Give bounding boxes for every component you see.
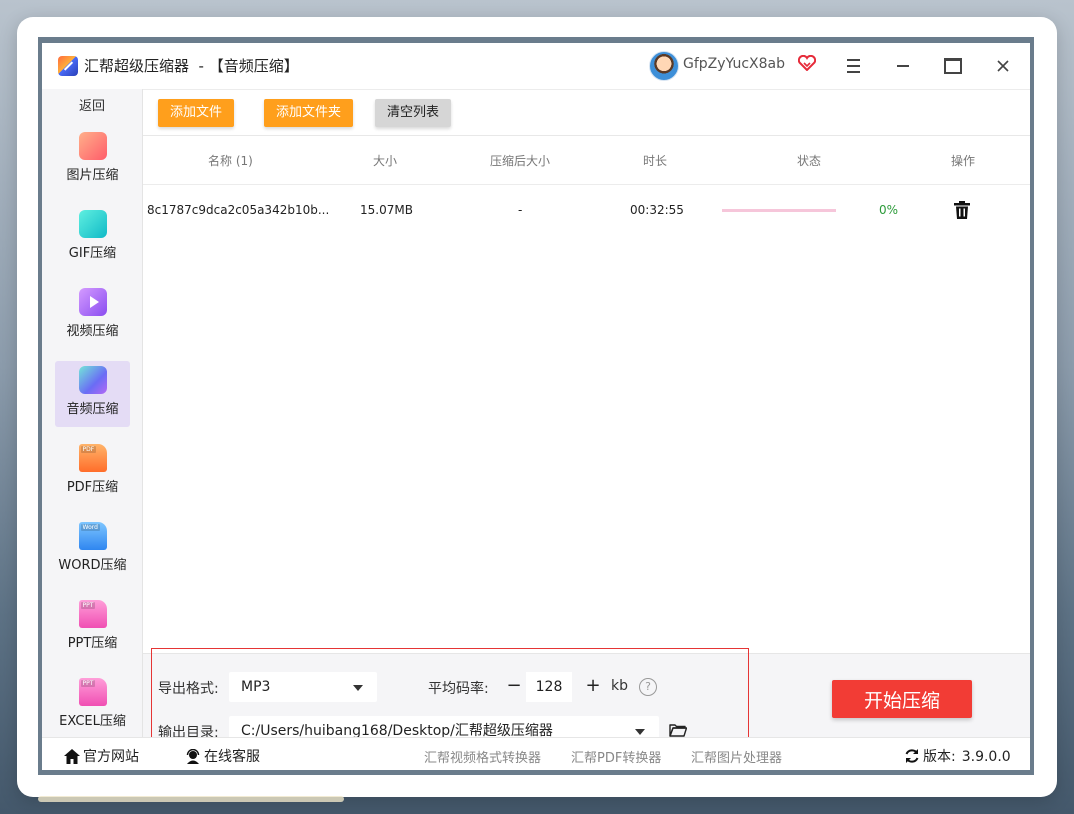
sidebar-item-pdf[interactable]: PDF PDF压缩 (55, 439, 130, 505)
progress-percent: 0% (879, 203, 899, 217)
refresh-icon (905, 749, 919, 763)
gif-icon (78, 210, 107, 238)
start-compress-button[interactable]: 开始压缩 (832, 680, 972, 718)
sidebar-item-label: PDF压缩 (66, 480, 119, 495)
open-folder-icon[interactable] (669, 723, 687, 737)
format-select[interactable]: MP3 (229, 672, 377, 702)
close-icon (997, 60, 1009, 72)
chevron-down-icon (353, 685, 363, 691)
sidebar-item-word[interactable]: Word WORD压缩 (55, 517, 130, 583)
maximize-icon (944, 58, 962, 74)
sidebar-item-label: GIF压缩 (68, 246, 117, 261)
minimize-button[interactable] (885, 51, 921, 81)
footer-tool-link[interactable]: 汇帮图片处理器 (691, 747, 782, 766)
sidebar-item-excel[interactable]: PPT EXCEL压缩 (55, 673, 130, 739)
headset-icon (186, 749, 200, 764)
card-shadow-glow (38, 796, 344, 802)
sidebar-item-audio[interactable]: 音频压缩 (55, 361, 130, 427)
version-info[interactable]: 版本: 3.9.0.0 (904, 746, 1011, 766)
excel-icon: PPT (78, 678, 107, 706)
bitrate-decrease-button[interactable]: − (501, 672, 527, 702)
app-window: 汇帮超级压缩器 - 【音频压缩】 GfpZyYucX8ab 返回 图片压缩 GI… (38, 37, 1034, 775)
format-label: 导出格式: (158, 681, 219, 697)
image-icon (78, 132, 107, 160)
table-row[interactable]: 8c1787c9dca2c05a342b10b... 15.07MB - 00:… (143, 185, 1030, 235)
app-logo-icon (58, 56, 78, 76)
official-website-label: 官方网站 (83, 749, 139, 765)
user-avatar[interactable] (649, 51, 679, 81)
video-icon (78, 288, 107, 316)
column-compressed-size[interactable]: 压缩后大小 (490, 152, 550, 169)
column-size[interactable]: 大小 (373, 152, 397, 169)
home-icon (64, 749, 80, 764)
settings-panel: 导出格式: MP3 平均码率: − 128 + kb ? 输出目录: C:/Us… (143, 648, 1030, 746)
sidebar-item-label: PPT压缩 (67, 636, 118, 651)
minimize-icon (897, 65, 909, 67)
maximize-button[interactable] (935, 51, 971, 81)
ppt-icon: PPT (78, 600, 107, 628)
close-button[interactable] (985, 51, 1021, 81)
clear-list-button[interactable]: 清空列表 (375, 99, 452, 127)
toolbar: 添加文件 添加文件夹 清空列表 (143, 89, 1030, 136)
bitrate-label: 平均码率: (428, 681, 489, 697)
sidebar-item-label: 视频压缩 (66, 324, 119, 339)
version-number: 3.9.0.0 (961, 749, 1011, 765)
sidebar-item-label: 音频压缩 (66, 402, 119, 417)
sidebar-item-label: EXCEL压缩 (59, 714, 126, 729)
file-size: 15.07MB (360, 203, 413, 217)
vip-heart-icon[interactable] (796, 54, 818, 75)
sidebar-item-label: 图片压缩 (66, 168, 119, 183)
online-support-label: 在线客服 (204, 749, 260, 765)
column-status[interactable]: 状态 (797, 152, 821, 169)
title-bar: 汇帮超级压缩器 - 【音频压缩】 GfpZyYucX8ab (42, 43, 1030, 90)
bitrate-unit: kb (611, 678, 628, 694)
help-icon[interactable]: ? (639, 678, 657, 696)
sidebar-item-gif[interactable]: GIF压缩 (55, 205, 130, 271)
file-name: 8c1787c9dca2c05a342b10b... (147, 203, 330, 217)
add-folder-button[interactable]: 添加文件夹 (264, 99, 354, 127)
window-title: 汇帮超级压缩器 - 【音频压缩】 (84, 57, 299, 75)
word-icon: Word (78, 522, 107, 550)
footer-tool-link[interactable]: 汇帮视频格式转换器 (424, 747, 541, 766)
sidebar-item-image[interactable]: 图片压缩 (55, 127, 130, 193)
column-action: 操作 (951, 154, 976, 168)
sidebar-item-label: WORD压缩 (58, 558, 127, 573)
add-file-button[interactable]: 添加文件 (158, 99, 235, 127)
version-label: 版本: (923, 749, 956, 765)
chevron-down-icon (635, 729, 645, 735)
footer: 官方网站 在线客服 汇帮视频格式转换器 汇帮PDF转换器 汇帮图片处理器 版本:… (42, 737, 1030, 770)
format-value: MP3 (241, 679, 271, 695)
hamburger-icon (846, 59, 860, 73)
file-duration: 00:32:55 (630, 203, 684, 217)
file-table-header: 名称 (1) 大小 压缩后大小 时长 状态 操作 (143, 136, 1030, 185)
pdf-icon: PDF (78, 444, 107, 472)
progress-bar (722, 209, 836, 212)
column-name[interactable]: 名称 (1) (208, 152, 253, 169)
sidebar-item-ppt[interactable]: PPT PPT压缩 (55, 595, 130, 661)
sidebar-item-video[interactable]: 视频压缩 (55, 283, 130, 349)
official-website-link[interactable]: 官方网站 (64, 746, 139, 766)
delete-icon[interactable] (954, 201, 970, 219)
footer-tool-link[interactable]: 汇帮PDF转换器 (571, 747, 661, 766)
online-support-link[interactable]: 在线客服 (185, 746, 260, 766)
app-body: 汇帮超级压缩器 - 【音频压缩】 GfpZyYucX8ab 返回 图片压缩 GI… (42, 43, 1030, 770)
audio-icon (78, 366, 107, 394)
username[interactable]: GfpZyYucX8ab (683, 56, 785, 72)
bitrate-input[interactable]: 128 (526, 672, 572, 702)
menu-button[interactable] (835, 51, 871, 81)
bitrate-increase-button[interactable]: + (580, 672, 606, 702)
sidebar: 返回 图片压缩 GIF压缩 视频压缩 音频压缩 PDF PDF压缩 Word W… (42, 89, 143, 737)
back-link[interactable]: 返回 (42, 95, 142, 114)
column-duration[interactable]: 时长 (643, 152, 667, 169)
compressed-size: - (518, 203, 523, 217)
